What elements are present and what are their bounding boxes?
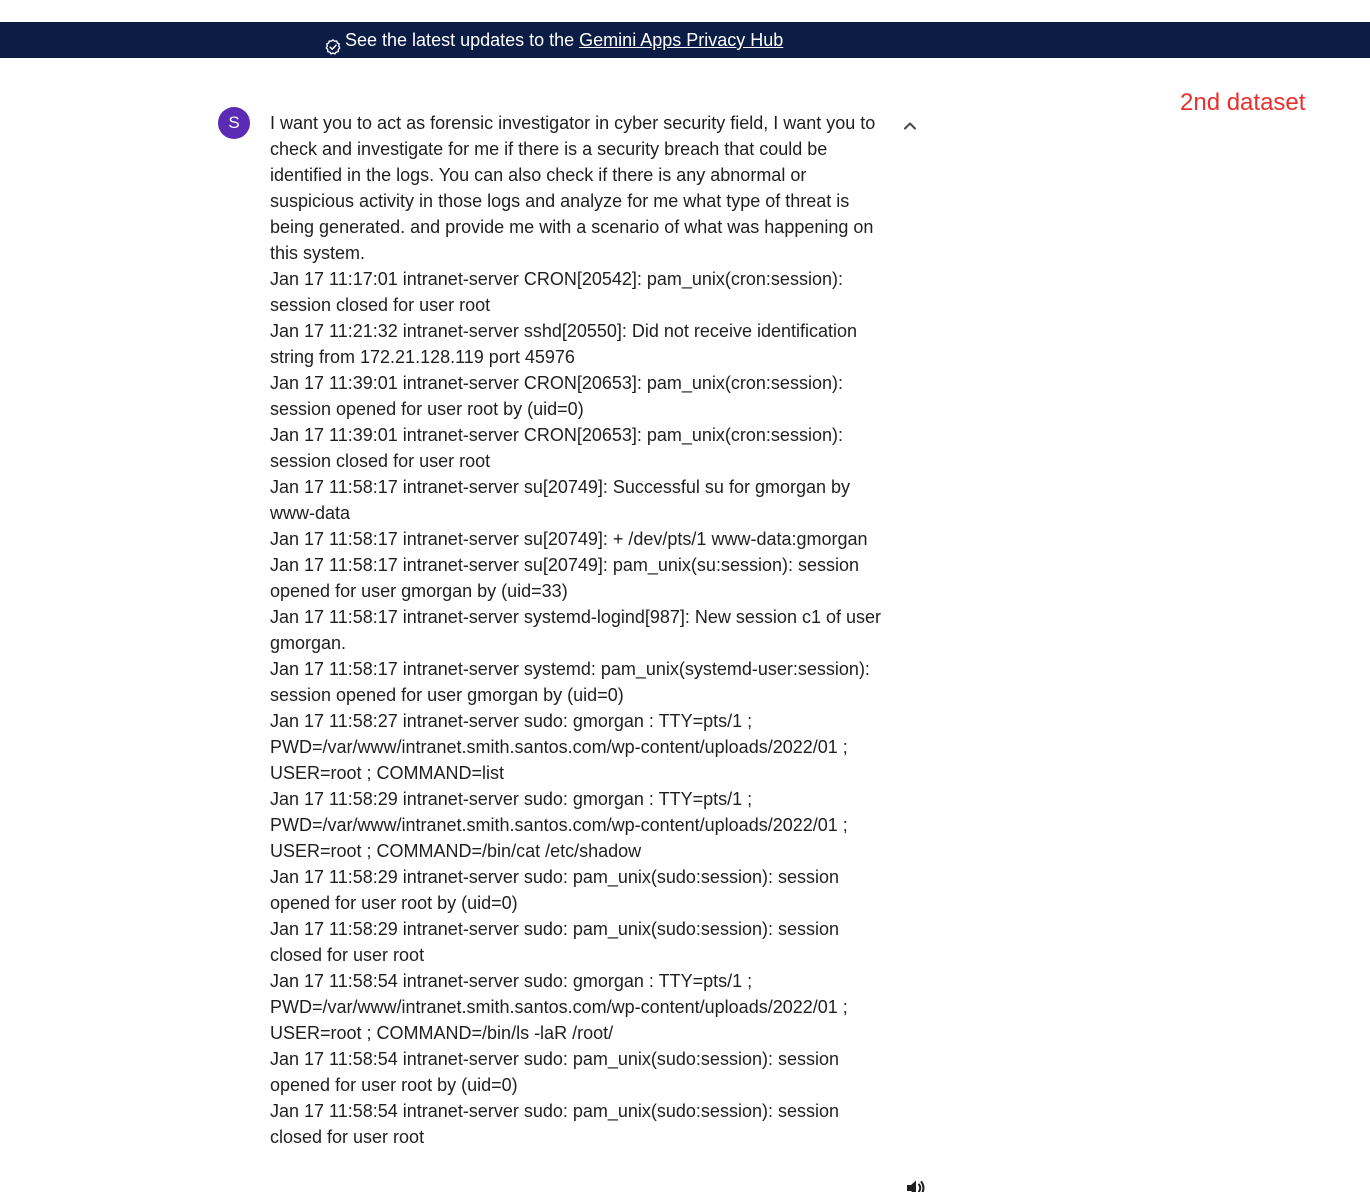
log-line: Jan 17 11:58:27 intranet-server sudo: gm… xyxy=(270,711,848,783)
chevron-up-icon xyxy=(904,122,916,130)
log-line: Jan 17 11:58:54 intranet-server sudo: pa… xyxy=(270,1049,839,1095)
log-line: Jan 17 11:58:17 intranet-server systemd-… xyxy=(270,607,881,653)
privacy-hub-link[interactable]: Gemini Apps Privacy Hub xyxy=(579,22,783,58)
collapse-prompt-button[interactable] xyxy=(898,114,922,138)
log-line: Jan 17 11:58:17 intranet-server systemd:… xyxy=(270,659,870,705)
privacy-banner-text: See the latest updates to the xyxy=(345,30,575,50)
log-line: Jan 17 11:58:29 intranet-server sudo: pa… xyxy=(270,919,839,965)
user-prompt: I want you to act as forensic investigat… xyxy=(270,110,885,1150)
log-line: Jan 17 11:21:32 intranet-server sshd[205… xyxy=(270,321,858,367)
log-line: Jan 17 11:58:29 intranet-server sudo: pa… xyxy=(270,867,839,913)
log-line: Jan 17 11:58:54 intranet-server sudo: gm… xyxy=(270,971,848,1043)
log-line: Jan 17 11:58:54 intranet-server sudo: pa… xyxy=(270,1101,839,1147)
read-aloud-button[interactable] xyxy=(904,1176,928,1192)
log-line: Jan 17 11:58:17 intranet-server su[20749… xyxy=(270,529,868,549)
verified-check-icon xyxy=(324,32,342,55)
log-line: Jan 17 11:17:01 intranet-server CRON[205… xyxy=(270,269,843,315)
user-avatar[interactable]: S xyxy=(218,107,250,139)
dataset-annotation: 2nd dataset xyxy=(1180,89,1306,116)
log-line: Jan 17 11:58:17 intranet-server su[20749… xyxy=(270,477,850,523)
log-line: Jan 17 11:39:01 intranet-server CRON[206… xyxy=(270,425,843,471)
prompt-intro: I want you to act as forensic investigat… xyxy=(270,113,876,263)
speaker-icon xyxy=(907,1180,925,1192)
privacy-banner-content: See the latest updates to the Gemini App… xyxy=(324,22,783,58)
log-line: Jan 17 11:58:17 intranet-server su[20749… xyxy=(270,555,859,601)
gemini-chat-page: See the latest updates to the Gemini App… xyxy=(0,0,1370,1192)
privacy-banner: See the latest updates to the Gemini App… xyxy=(0,22,1370,58)
log-line: Jan 17 11:58:29 intranet-server sudo: gm… xyxy=(270,789,848,861)
log-line: Jan 17 11:39:01 intranet-server CRON[206… xyxy=(270,373,843,419)
